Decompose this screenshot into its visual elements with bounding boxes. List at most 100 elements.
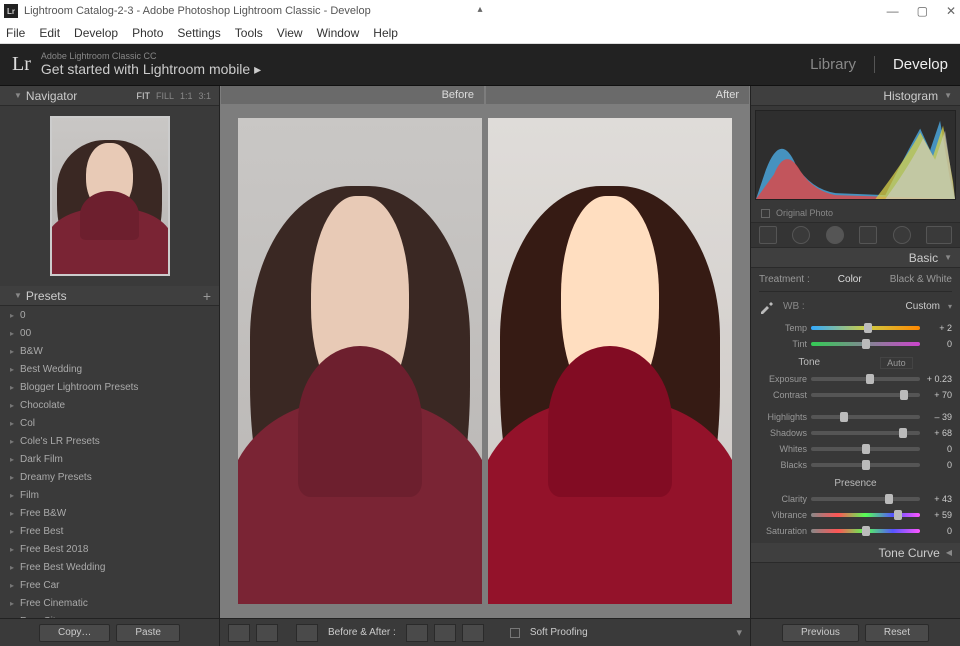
- preset-folder[interactable]: ▸Free Best 2018: [0, 540, 219, 558]
- histogram-body[interactable]: [755, 110, 956, 200]
- preset-folder[interactable]: ▸Chocolate: [0, 396, 219, 414]
- menu-view[interactable]: View: [277, 26, 303, 40]
- treatment-bw[interactable]: Black & White: [890, 274, 952, 285]
- tonecurve-header[interactable]: Tone Curve ◀: [751, 543, 960, 563]
- auto-button[interactable]: Auto: [880, 357, 913, 369]
- reset-button[interactable]: Reset: [865, 624, 929, 642]
- grad-tool-icon[interactable]: [859, 226, 877, 244]
- copy-button[interactable]: Copy…: [39, 624, 110, 642]
- shadows-value[interactable]: + 68: [924, 428, 952, 438]
- presets-header[interactable]: ▼ Presets +: [0, 286, 219, 306]
- nav-1-1[interactable]: 1:1: [180, 91, 193, 101]
- add-preset-icon[interactable]: +: [203, 288, 211, 304]
- clarity-slider[interactable]: [811, 497, 920, 501]
- preset-folder[interactable]: ▸00: [0, 324, 219, 342]
- vibrance-slider[interactable]: [811, 513, 920, 517]
- crop-tool-icon[interactable]: [759, 226, 777, 244]
- clipping-checkbox[interactable]: [761, 209, 770, 218]
- chevron-right-icon: ▸: [10, 581, 14, 590]
- nav-fit[interactable]: FIT: [136, 91, 150, 101]
- preset-folder[interactable]: ▸Free Best Wedding: [0, 558, 219, 576]
- loupe-view-icon[interactable]: [228, 624, 250, 642]
- exposure-slider[interactable]: [811, 377, 920, 381]
- eyedropper-icon[interactable]: [759, 298, 775, 314]
- preset-folder[interactable]: ▸Free Car: [0, 576, 219, 594]
- clarity-value[interactable]: + 43: [924, 494, 952, 504]
- highlights-slider[interactable]: [811, 415, 920, 419]
- histogram-header[interactable]: Histogram ▼: [751, 86, 960, 106]
- ba-swap-icon[interactable]: [462, 624, 484, 642]
- module-develop[interactable]: Develop: [874, 56, 948, 73]
- tint-value[interactable]: 0: [924, 339, 952, 349]
- redeye-tool-icon[interactable]: [826, 226, 844, 244]
- preset-folder[interactable]: ▸B&W: [0, 342, 219, 360]
- chevron-right-icon: ▸: [10, 383, 14, 392]
- preset-folder[interactable]: ▸Blogger Lightroom Presets: [0, 378, 219, 396]
- menu-tools[interactable]: Tools: [235, 26, 263, 40]
- basic-header[interactable]: Basic ▼: [751, 248, 960, 268]
- preset-folder-label: Dark Film: [20, 454, 63, 465]
- menu-edit[interactable]: Edit: [39, 26, 60, 40]
- nav-3-1[interactable]: 3:1: [198, 91, 211, 101]
- ba-copy-after-icon[interactable]: [434, 624, 456, 642]
- spot-tool-icon[interactable]: [792, 226, 810, 244]
- preset-folder[interactable]: ▸Dark Film: [0, 450, 219, 468]
- temp-value[interactable]: + 2: [924, 323, 952, 333]
- before-after-view[interactable]: [220, 104, 750, 618]
- preset-folder[interactable]: ▸Free Cinematic: [0, 594, 219, 612]
- module-library[interactable]: Library: [810, 56, 856, 73]
- ba-copy-before-icon[interactable]: [406, 624, 428, 642]
- nav-fill[interactable]: FILL: [156, 91, 174, 101]
- shadows-slider[interactable]: [811, 431, 920, 435]
- preset-folder[interactable]: ▸Best Wedding: [0, 360, 219, 378]
- navigator-title: Navigator: [26, 89, 77, 103]
- brush-tool-icon[interactable]: [926, 226, 952, 244]
- minimize-icon[interactable]: —: [887, 4, 899, 18]
- preset-folder[interactable]: ▸Free Best: [0, 522, 219, 540]
- close-icon[interactable]: ✕: [946, 4, 956, 18]
- navigator-preview[interactable]: [0, 106, 219, 286]
- toolbar-collapse-icon[interactable]: ▴: [477, 4, 482, 15]
- brand-mobile-link[interactable]: Get started with Lightroom mobile ▸: [41, 61, 261, 77]
- topband: Lr Adobe Lightroom Classic CC Get starte…: [0, 44, 960, 86]
- exposure-value[interactable]: + 0.23: [924, 374, 952, 384]
- menu-help[interactable]: Help: [373, 26, 398, 40]
- previous-button[interactable]: Previous: [782, 624, 859, 642]
- temp-label: Temp: [759, 323, 807, 333]
- preset-folder[interactable]: ▸Cole's LR Presets: [0, 432, 219, 450]
- menu-photo[interactable]: Photo: [132, 26, 163, 40]
- vibrance-value[interactable]: + 59: [924, 510, 952, 520]
- maximize-icon[interactable]: ▢: [917, 4, 928, 18]
- contrast-value[interactable]: + 70: [924, 390, 952, 400]
- saturation-slider[interactable]: [811, 529, 920, 533]
- highlights-value[interactable]: – 39: [924, 412, 952, 422]
- wb-value[interactable]: Custom: [906, 301, 940, 312]
- before-image: [238, 118, 482, 604]
- menu-window[interactable]: Window: [317, 26, 360, 40]
- soft-proof-checkbox[interactable]: [510, 628, 520, 638]
- preset-folder-label: Chocolate: [20, 400, 65, 411]
- menu-file[interactable]: File: [6, 26, 25, 40]
- menu-develop[interactable]: Develop: [74, 26, 118, 40]
- blacks-value[interactable]: 0: [924, 460, 952, 470]
- saturation-value[interactable]: 0: [924, 526, 952, 536]
- toolbar-dropdown-icon[interactable]: ▾: [736, 626, 742, 639]
- contrast-slider[interactable]: [811, 393, 920, 397]
- ba-toggle-icon[interactable]: [296, 624, 318, 642]
- tint-slider[interactable]: [811, 342, 920, 346]
- preset-folder[interactable]: ▸Col: [0, 414, 219, 432]
- temp-slider[interactable]: [811, 326, 920, 330]
- preset-folder[interactable]: ▸Free B&W: [0, 504, 219, 522]
- treatment-color[interactable]: Color: [838, 274, 862, 285]
- navigator-header[interactable]: ▼ Navigator FIT FILL 1:1 3:1: [0, 86, 219, 106]
- radial-tool-icon[interactable]: [893, 226, 911, 244]
- preset-folder[interactable]: ▸0: [0, 306, 219, 324]
- menu-settings[interactable]: Settings: [177, 26, 220, 40]
- paste-button[interactable]: Paste: [116, 624, 180, 642]
- whites-slider[interactable]: [811, 447, 920, 451]
- preset-folder[interactable]: ▸Dreamy Presets: [0, 468, 219, 486]
- blacks-slider[interactable]: [811, 463, 920, 467]
- ba-split-icon[interactable]: [256, 624, 278, 642]
- whites-value[interactable]: 0: [924, 444, 952, 454]
- preset-folder[interactable]: ▸Film: [0, 486, 219, 504]
